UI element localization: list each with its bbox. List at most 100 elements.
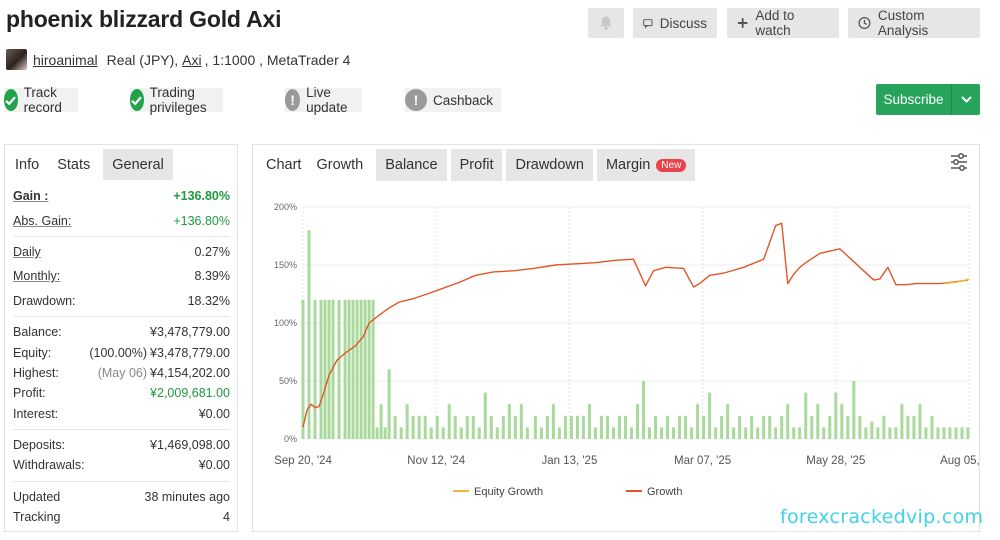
stat-label: Updated [13, 489, 61, 504]
badge-track-record[interactable]: Track record [4, 85, 79, 115]
avatar[interactable] [6, 49, 27, 70]
tab-general[interactable]: General [103, 149, 173, 180]
chart-bar [954, 427, 958, 439]
watermark-text: forexcrackedvip.com [780, 506, 984, 528]
x-tick-label: Sep 20, '24 [274, 455, 332, 467]
chart-bar [864, 427, 868, 439]
chart-bar [411, 415, 415, 439]
broker-link[interactable]: Axi [182, 52, 201, 68]
stat-row-tracking: Tracking 4 [13, 507, 230, 527]
chart-bar [930, 415, 934, 439]
tab-drawdown[interactable]: Drawdown [506, 149, 593, 181]
tab-chart[interactable]: Chart [257, 149, 307, 181]
chart-bar [738, 415, 742, 439]
chart-panel: Chart Growth Balance Profit Drawdown Mar… [252, 144, 980, 532]
x-tick-label: Mar 07, '25 [674, 455, 731, 467]
y-tick-label: 150% [274, 260, 297, 270]
stat-note: (May 06) [97, 365, 148, 380]
chart-bar [828, 415, 832, 439]
subscribe-label: Subscribe [883, 92, 944, 107]
exclamation-icon: ! [405, 89, 427, 111]
chart-bar [756, 427, 760, 439]
chart-bar [363, 299, 367, 439]
custom-analysis-button[interactable]: Custom Analysis [848, 8, 980, 38]
tab-profit[interactable]: Profit [450, 149, 503, 181]
chart-bar [960, 427, 964, 439]
badge-live-update[interactable]: ! Live update [285, 85, 363, 115]
divider [13, 480, 230, 482]
stats-panel: Info Stats General Gain : +136.80% Abs. … [4, 144, 238, 532]
stat-value-group: (100.00%) ¥3,478,779.00 [89, 346, 230, 360]
chart-bar [435, 415, 439, 439]
chart-bar [798, 427, 802, 439]
stat-label: Highest: [13, 365, 59, 380]
stat-label[interactable]: Abs. Gain: [13, 214, 71, 228]
chart-bar [545, 415, 549, 439]
chart-bar [822, 427, 826, 439]
chart-bar [882, 415, 886, 439]
chevron-down-icon[interactable] [952, 96, 980, 103]
chart-bar [483, 392, 487, 439]
stat-row-profit: Profit: ¥2,009,681.00 [13, 383, 230, 403]
chart-bar [924, 427, 928, 439]
subscribe-button[interactable]: Subscribe [876, 84, 980, 115]
tab-stats[interactable]: Stats [48, 149, 100, 180]
legend-label: Growth [647, 486, 682, 498]
chart-bar [786, 404, 790, 439]
chart-bar [918, 404, 922, 439]
owner-username-link[interactable]: hiroanimal [33, 52, 98, 68]
stat-label[interactable]: Monthly: [13, 269, 60, 283]
chart-bar [551, 404, 555, 439]
stat-row-deposits: Deposits: ¥1,469,098.00 [13, 435, 230, 455]
chart-bar [417, 415, 421, 439]
chart-bar [780, 415, 784, 439]
badge-trading-privileges[interactable]: Trading privileges [130, 85, 224, 115]
stat-row-equity: Equity: (100.00%) ¥3,478,779.00 [13, 342, 230, 362]
badge-label: Trading privileges [149, 85, 207, 115]
chart-bar [840, 404, 844, 439]
divider [13, 315, 230, 317]
stat-value: 4 [223, 510, 230, 525]
stat-value: ¥0.00 [198, 458, 230, 473]
x-tick-label: Jan 13, '25 [541, 455, 597, 467]
chart-bar [575, 415, 579, 439]
new-badge: New [656, 158, 687, 172]
chart-bar [533, 415, 537, 439]
chart-bar [678, 415, 682, 439]
chart-bar [660, 427, 664, 439]
chart-bar [888, 427, 892, 439]
stat-row-balance: Balance: ¥3,478,779.00 [13, 322, 230, 342]
chart-bar [501, 415, 505, 439]
chart-bar [666, 415, 670, 439]
chart-bar [726, 404, 730, 439]
chart-bar [507, 404, 511, 439]
stat-label[interactable]: Gain : [13, 189, 48, 203]
chart-bar [648, 427, 652, 439]
stat-row-updated: Updated 38 minutes ago [13, 487, 230, 507]
chart-bar [696, 404, 700, 439]
page-title: phoenix blizzard Gold Axi [6, 6, 282, 32]
stat-row-monthly: Monthly: 8.39% [13, 266, 230, 286]
add-to-watch-button[interactable]: Add to watch [727, 8, 839, 38]
chart-bar [323, 299, 327, 439]
tab-balance[interactable]: Balance [376, 149, 447, 181]
bell-icon [600, 16, 612, 30]
tab-margin[interactable]: Margin New [596, 149, 696, 181]
notification-bell-button[interactable] [588, 8, 624, 38]
check-icon [4, 89, 18, 111]
stat-row-withdrawals: Withdrawals: ¥0.00 [13, 455, 230, 475]
chart-bar [611, 427, 615, 439]
tab-info[interactable]: Info [9, 149, 48, 180]
chart-bar [750, 415, 754, 439]
discuss-button[interactable]: Discuss [633, 8, 717, 38]
chat-icon [643, 18, 653, 28]
chart-bar [936, 427, 940, 439]
chart-bar [774, 427, 778, 439]
chart-bar [617, 415, 621, 439]
tab-growth[interactable]: Growth [307, 149, 373, 181]
stat-label[interactable]: Daily [13, 245, 41, 259]
chart-bar [581, 415, 585, 439]
chart-settings-button[interactable] [949, 152, 969, 177]
badge-cashback[interactable]: ! Cashback [405, 88, 502, 112]
chart-bar [375, 427, 379, 439]
